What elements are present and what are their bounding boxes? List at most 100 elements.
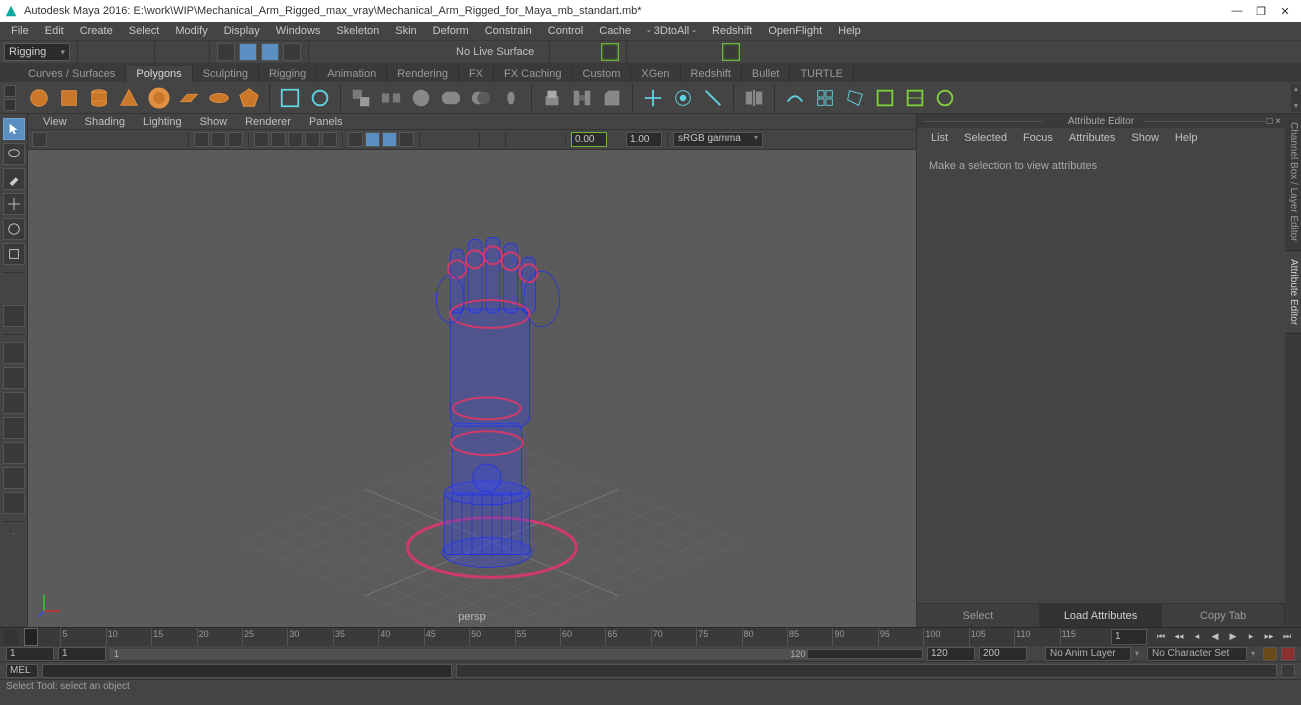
play-forward-button[interactable]: ▶ — [1225, 630, 1241, 644]
image-plane-icon[interactable] — [66, 132, 81, 147]
make-live-icon[interactable] — [872, 85, 898, 111]
dof-icon[interactable] — [511, 132, 526, 147]
render-view-button[interactable] — [634, 43, 652, 61]
current-frame-field[interactable] — [1111, 629, 1147, 645]
go-end-button[interactable]: ⏭ — [1279, 630, 1295, 644]
component-mode-button[interactable] — [239, 43, 257, 61]
connect-icon[interactable] — [700, 85, 726, 111]
time-slider[interactable]: 1510152025303540455055606570758085909510… — [24, 628, 1105, 646]
shelf-tab-xgen[interactable]: XGen — [631, 66, 680, 82]
move-tool[interactable] — [3, 193, 25, 215]
range-end-outer-field[interactable] — [979, 647, 1027, 661]
xray-joints-icon[interactable] — [382, 132, 397, 147]
ao-icon[interactable] — [288, 132, 303, 147]
range-handle[interactable]: 1 120 — [111, 650, 808, 658]
sculpt-icon[interactable] — [782, 85, 808, 111]
lights-icon[interactable] — [254, 132, 269, 147]
film-gate-icon[interactable] — [83, 132, 98, 147]
shelf-tab-sculpting[interactable]: Sculpting — [193, 66, 259, 82]
polytype-icon[interactable] — [277, 85, 303, 111]
target-weld-icon[interactable] — [670, 85, 696, 111]
shelf-tab-custom[interactable]: Custom — [573, 66, 632, 82]
safe-title-icon[interactable] — [168, 132, 183, 147]
viewtransform-icon[interactable] — [459, 132, 474, 147]
shelf-tab-animation[interactable]: Animation — [317, 66, 387, 82]
layout-single-button[interactable] — [3, 342, 25, 364]
attr-load-button[interactable]: Load Attributes — [1040, 604, 1163, 627]
range-start-inner-field[interactable] — [58, 647, 106, 661]
bevel-icon[interactable] — [599, 85, 625, 111]
clip-link-icon[interactable] — [609, 132, 624, 147]
shelf-tab-rendering[interactable]: Rendering — [387, 66, 459, 82]
range-slider[interactable]: 1 120 — [110, 649, 923, 659]
mirror-icon[interactable] — [741, 85, 767, 111]
shelf-tab-redshift[interactable]: Redshift — [681, 66, 742, 82]
svg-mesh-icon[interactable] — [307, 85, 333, 111]
bridge-icon[interactable] — [569, 85, 595, 111]
polyplatonics-icon[interactable] — [236, 85, 262, 111]
shadows-icon[interactable] — [271, 132, 286, 147]
layout-outliner-button[interactable] — [3, 417, 25, 439]
panel-menu-shading[interactable]: Shading — [78, 115, 132, 129]
range-start-outer-field[interactable] — [6, 647, 54, 661]
shelf-tab-rigging[interactable]: Rigging — [259, 66, 317, 82]
menu-skin[interactable]: Skin — [388, 23, 423, 39]
gamma-icon[interactable] — [442, 132, 457, 147]
xray-icon[interactable] — [365, 132, 380, 147]
hypershade-button[interactable] — [700, 43, 718, 61]
shelf-tab-turtle[interactable]: TURTLE — [790, 66, 854, 82]
ssao-icon[interactable] — [528, 132, 543, 147]
far-clip-field[interactable] — [626, 132, 662, 147]
shaded-icon[interactable] — [211, 132, 226, 147]
polycone-icon[interactable] — [116, 85, 142, 111]
undo-button[interactable] — [162, 43, 180, 61]
save-scene-button[interactable] — [129, 43, 147, 61]
timeline-current-marker[interactable] — [24, 628, 38, 646]
select-tool[interactable] — [3, 118, 25, 140]
range-end-inner-field[interactable] — [927, 647, 975, 661]
attr-select-button[interactable]: Select — [917, 604, 1040, 627]
polydisc-icon[interactable] — [206, 85, 232, 111]
polyplane-icon[interactable] — [176, 85, 202, 111]
subdiv-proxy-icon[interactable] — [932, 85, 958, 111]
set-key-button[interactable] — [1281, 647, 1295, 661]
near-clip-field[interactable] — [571, 132, 607, 147]
viewport-persp[interactable]: persp — [28, 150, 916, 627]
go-start-button[interactable]: ⏮ — [1153, 630, 1169, 644]
step-forward-key-button[interactable]: ▸▸ — [1261, 630, 1277, 644]
workspace-button[interactable] — [1279, 43, 1297, 61]
menu-skeleton[interactable]: Skeleton — [329, 23, 386, 39]
msaa-icon[interactable] — [545, 132, 560, 147]
step-back-button[interactable]: ◂ — [1189, 630, 1205, 644]
panel-menu-panels[interactable]: Panels — [302, 115, 350, 129]
scale-tool[interactable] — [3, 243, 25, 265]
shelf-tab-curves-surfaces[interactable]: Curves / Surfaces — [18, 66, 126, 82]
bookmark-icon[interactable] — [49, 132, 64, 147]
attr-menu-show[interactable]: Show — [1125, 130, 1165, 146]
combine-icon[interactable] — [348, 85, 374, 111]
shelf-editor-button[interactable] — [4, 85, 16, 97]
bool-intersect-icon[interactable] — [498, 85, 524, 111]
snap-grid-button[interactable] — [316, 43, 334, 61]
menu-modify[interactable]: Modify — [168, 23, 214, 39]
select-mode-button[interactable] — [217, 43, 235, 61]
shelf-menu-button[interactable] — [4, 99, 16, 111]
timeline-menu-icon[interactable] — [4, 630, 18, 644]
layout-two-button[interactable] — [3, 392, 25, 414]
render-button[interactable] — [601, 43, 619, 61]
extrude-icon[interactable] — [539, 85, 565, 111]
open-scene-button[interactable] — [107, 43, 125, 61]
last-tool[interactable] — [3, 305, 25, 327]
panel-undock-icon[interactable]: □ × — [1266, 116, 1281, 127]
menu-display[interactable]: Display — [217, 23, 267, 39]
multicut-icon[interactable] — [640, 85, 666, 111]
attr-menu-list[interactable]: List — [925, 130, 954, 146]
object-mode-button[interactable] — [261, 43, 279, 61]
rotate-tool[interactable] — [3, 218, 25, 240]
toolbox-collapse-icon[interactable]: - — [3, 529, 25, 537]
crease-icon[interactable] — [902, 85, 928, 111]
panel-menu-show[interactable]: Show — [193, 115, 235, 129]
resolution-gate-icon[interactable] — [100, 132, 115, 147]
snap-plane-button[interactable] — [382, 43, 400, 61]
aa-icon[interactable] — [322, 132, 337, 147]
